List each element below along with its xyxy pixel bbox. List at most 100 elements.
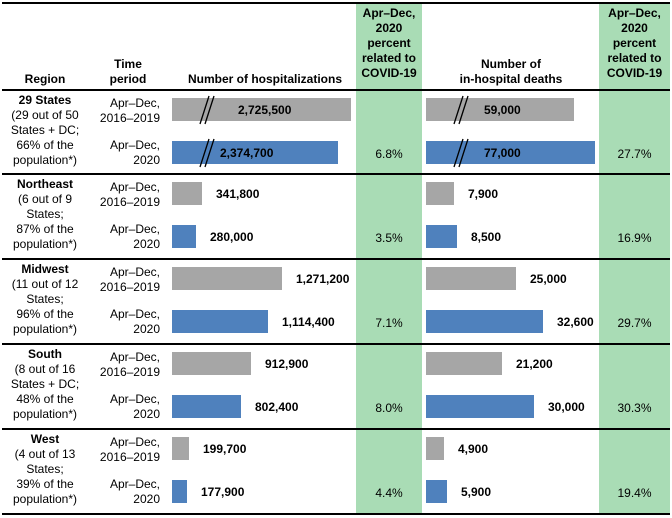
region-name: South bbox=[28, 347, 62, 361]
deaths-covid-pct: 19.4% bbox=[617, 486, 652, 500]
header-deaths-pct: Apr–Dec, 2020 percent related to COVID-1… bbox=[606, 6, 663, 80]
deaths-bar-baseline bbox=[426, 437, 444, 460]
region-description: (11 out of 12 bbox=[11, 277, 79, 291]
hosp-covid-pct: 3.5% bbox=[375, 231, 403, 245]
row-divider bbox=[2, 428, 670, 430]
axis-break-icon bbox=[199, 95, 215, 125]
deaths-bar-baseline-label: 21,200 bbox=[516, 357, 553, 371]
hosp-covid-pct: 7.1% bbox=[375, 316, 403, 330]
hosp-covid-pct: 8.0% bbox=[375, 401, 403, 415]
row-divider bbox=[2, 2, 670, 4]
time-period-baseline: Apr–Dec, 2016–2019 bbox=[99, 96, 160, 125]
deaths-bar-covid-label: 32,600 bbox=[557, 315, 594, 329]
region-label: Northeast (6 out of 9 States; 87% of the pop… bbox=[4, 177, 86, 252]
deaths-covid-pct: 29.7% bbox=[617, 316, 652, 330]
hosp-bar-covid bbox=[172, 395, 241, 418]
region-description: population*) bbox=[12, 237, 78, 251]
hosp-bar-covid bbox=[172, 310, 268, 333]
axis-break-icon bbox=[453, 138, 469, 168]
region-label: Midwest (11 out of 12 States; 96% of the pop… bbox=[4, 262, 86, 337]
region-label: West (4 out of 13 States; 39% of the populat… bbox=[4, 432, 86, 507]
region-description: (6 out of 9 bbox=[17, 192, 73, 206]
deaths-bar-baseline bbox=[426, 267, 516, 290]
region-description: States; bbox=[26, 207, 64, 221]
hosp-bar-covid-label: 177,900 bbox=[201, 485, 245, 499]
region-description: population*) bbox=[12, 153, 78, 167]
hosp-bar-baseline-label: 1,271,200 bbox=[296, 272, 350, 286]
header-time-period: Time period bbox=[109, 57, 147, 86]
deaths-bar-baseline bbox=[426, 182, 454, 205]
time-period-covid: Apr–Dec, 2020 bbox=[109, 392, 160, 421]
hosp-bar-covid bbox=[172, 480, 187, 503]
deaths-bar-covid-label: 30,000 bbox=[548, 400, 585, 414]
deaths-bar-covid bbox=[426, 310, 543, 333]
row-divider bbox=[2, 258, 670, 260]
hosp-bar-covid-label: 280,000 bbox=[210, 230, 254, 244]
deaths-bar-covid bbox=[426, 225, 457, 248]
region-name: 29 States bbox=[18, 93, 72, 107]
region-description: States; bbox=[26, 462, 64, 476]
region-description: population*) bbox=[12, 492, 78, 506]
deaths-bar-covid bbox=[426, 395, 534, 418]
region-description: States; bbox=[26, 292, 64, 306]
deaths-bar-baseline-label: 4,900 bbox=[458, 442, 489, 456]
region-name: Midwest bbox=[21, 262, 69, 276]
row-divider bbox=[2, 343, 670, 345]
header-region: Region bbox=[24, 72, 66, 86]
region-description: (8 out of 16 bbox=[14, 362, 76, 376]
time-period-covid: Apr–Dec, 2020 bbox=[109, 477, 160, 506]
region-description: population*) bbox=[12, 407, 78, 421]
hosp-bar-baseline bbox=[172, 182, 202, 205]
deaths-covid-pct: 27.7% bbox=[617, 147, 652, 161]
time-period-baseline: Apr–Dec, 2016–2019 bbox=[99, 435, 160, 464]
region-label: South (8 out of 16 States + DC; 48% of the p… bbox=[4, 347, 86, 422]
deaths-bar-baseline-label: 25,000 bbox=[530, 272, 567, 286]
hosp-bar-covid-label: 1,114,400 bbox=[282, 315, 335, 329]
region-description: 87% of the bbox=[16, 222, 74, 236]
time-period-covid: Apr–Dec, 2020 bbox=[109, 138, 160, 167]
region-name: Northeast bbox=[16, 177, 73, 191]
row-divider bbox=[2, 173, 670, 175]
deaths-bar-baseline bbox=[426, 352, 502, 375]
deaths-bar-covid-label: 8,500 bbox=[471, 230, 502, 244]
axis-break-icon bbox=[453, 95, 469, 125]
region-name: West bbox=[30, 432, 60, 446]
axis-break-icon bbox=[199, 138, 215, 168]
hosp-bar-covid bbox=[172, 225, 196, 248]
region-description: States + DC; bbox=[10, 377, 80, 391]
header-deaths: Number of in-hospital deaths bbox=[459, 57, 563, 86]
region-description: (29 out of 50 bbox=[11, 108, 79, 122]
hosp-bar-baseline bbox=[172, 437, 189, 460]
hosp-bar-covid-label: 2,374,700 bbox=[220, 146, 274, 160]
time-period-covid: Apr–Dec, 2020 bbox=[109, 222, 160, 251]
row-divider bbox=[2, 89, 670, 91]
hosp-bar-baseline bbox=[172, 352, 251, 375]
region-description: 96% of the bbox=[16, 307, 74, 321]
region-label: 29 States (29 out of 50 States + DC; 66% of… bbox=[4, 93, 86, 168]
time-period-baseline: Apr–Dec, 2016–2019 bbox=[99, 350, 160, 379]
deaths-bar-baseline-label: 59,000 bbox=[484, 103, 521, 117]
region-description: 39% of the bbox=[16, 477, 74, 491]
time-period-covid: Apr–Dec, 2020 bbox=[109, 307, 160, 336]
hosp-bar-covid-label: 802,400 bbox=[255, 400, 299, 414]
time-period-baseline: Apr–Dec, 2016–2019 bbox=[99, 180, 160, 209]
region-description: States + DC; bbox=[10, 123, 80, 137]
deaths-covid-pct: 30.3% bbox=[617, 401, 652, 415]
region-description: (4 out of 13 bbox=[14, 447, 76, 461]
region-description: population*) bbox=[12, 322, 78, 336]
row-divider bbox=[2, 513, 670, 515]
deaths-covid-pct: 16.9% bbox=[617, 231, 652, 245]
deaths-bar-covid bbox=[426, 480, 447, 503]
hosp-covid-pct: 6.8% bbox=[375, 147, 403, 161]
header-hospitalizations: Number of hospitalizations bbox=[187, 72, 342, 86]
header-hosp-pct: Apr–Dec, 2020 percent related to COVID-1… bbox=[361, 6, 417, 80]
hosp-bar-baseline-label: 912,900 bbox=[265, 357, 309, 371]
region-description: 66% of the bbox=[16, 138, 74, 152]
time-period-baseline: Apr–Dec, 2016–2019 bbox=[99, 265, 160, 294]
deaths-bar-covid-label: 77,000 bbox=[484, 146, 521, 160]
hosp-bar-baseline bbox=[172, 267, 282, 290]
hosp-bar-baseline-label: 2,725,500 bbox=[238, 103, 292, 117]
region-description: 48% of the bbox=[16, 392, 74, 406]
deaths-bar-baseline-label: 7,900 bbox=[468, 187, 499, 201]
hosp-bar-baseline-label: 341,800 bbox=[216, 187, 260, 201]
